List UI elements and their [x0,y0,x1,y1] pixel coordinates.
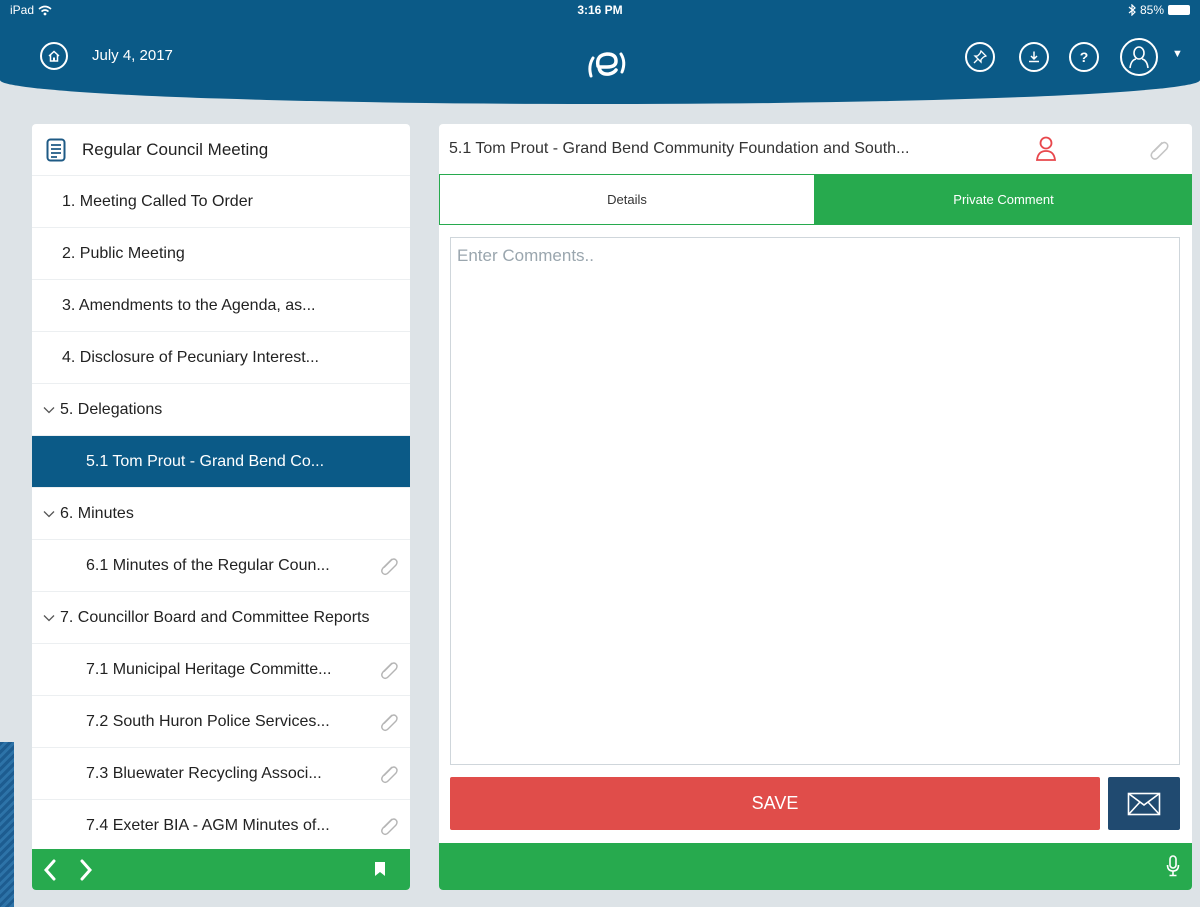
bluetooth-icon [1128,4,1136,16]
agenda-item-label: 5. Delegations [60,400,163,418]
profile-caret-icon[interactable]: ▼ [1172,48,1183,60]
agenda-item-label: 6. Minutes [60,504,134,522]
agenda-item-6-1[interactable]: 6.1 Minutes of the Regular Coun... [32,540,410,592]
agenda-item-label: 1. Meeting Called To Order [62,192,253,210]
agenda-item-label: 3. Amendments to the Agenda, as... [62,296,316,314]
agenda-item-7-4[interactable]: 7.4 Exeter BIA - AGM Minutes of... [32,800,410,849]
agenda-item-5[interactable]: 5. Delegations [32,384,410,436]
paperclip-icon[interactable] [376,658,400,682]
item-title-bar: 5.1 Tom Prout - Grand Bend Community Fou… [439,124,1192,174]
battery-icon [1168,5,1190,15]
agenda-item-label: 7.3 Bluewater Recycling Associ... [86,764,322,782]
chevron-down-icon[interactable] [42,614,56,622]
detail-footer-bar [439,843,1192,890]
battery-percent: 85% [1139,3,1164,17]
agenda-item-label: 7.1 Municipal Heritage Committe... [86,660,332,678]
agenda-header: Regular Council Meeting [32,124,410,176]
pin-icon [973,50,987,64]
previous-item-button[interactable] [32,849,68,890]
agenda-item-label: 7.2 South Huron Police Services... [86,712,330,730]
help-button[interactable]: ? [1069,42,1099,72]
item-title: 5.1 Tom Prout - Grand Bend Community Fou… [449,140,910,157]
download-button[interactable] [1019,42,1049,72]
paperclip-icon[interactable] [376,814,400,838]
presenter-icon[interactable] [1035,136,1057,162]
chevron-down-icon[interactable] [42,510,56,518]
agenda-item-label: 2. Public Meeting [62,244,185,262]
decorative-wedge [0,742,14,907]
agenda-item-7-2[interactable]: 7.2 South Huron Police Services... [32,696,410,748]
app-header: iPad 3:16 PM 85% July 4, 2017 ? ▼ [0,0,1200,104]
profile-button[interactable] [1120,38,1158,76]
agenda-item-7[interactable]: 7. Councillor Board and Committee Report… [32,592,410,644]
agenda-item-7-1[interactable]: 7.1 Municipal Heritage Committe... [32,644,410,696]
agenda-document-icon [46,138,66,161]
paperclip-icon[interactable] [376,710,400,734]
logo [588,52,626,78]
email-button[interactable] [1108,777,1180,830]
paperclip-icon[interactable] [1145,137,1171,163]
tab-private-comment[interactable]: Private Comment [815,174,1192,225]
home-button[interactable] [40,42,68,70]
microphone-icon[interactable] [1166,855,1180,877]
paperclip-icon[interactable] [376,762,400,786]
status-right: 85% [1128,3,1190,17]
detail-tabs: Details Private Comment [439,174,1192,225]
download-icon [1029,51,1039,63]
agenda-list: 1. Meeting Called To Order 2. Public Mee… [32,176,410,849]
meeting-title: Regular Council Meeting [82,139,269,159]
chevron-right-icon [80,859,93,880]
profile-icon [1129,46,1149,69]
bookmark-icon[interactable] [374,861,386,877]
help-icon: ? [1079,49,1089,65]
pin-button[interactable] [965,42,995,72]
agenda-item-2[interactable]: 2. Public Meeting [32,228,410,280]
agenda-item-1[interactable]: 1. Meeting Called To Order [32,176,410,228]
status-bar: iPad 3:16 PM 85% [0,0,1200,20]
agenda-item-3[interactable]: 3. Amendments to the Agenda, as... [32,280,410,332]
item-detail-panel: 5.1 Tom Prout - Grand Bend Community Fou… [439,124,1192,890]
status-time: 3:16 PM [577,3,623,17]
comment-input[interactable] [450,237,1180,765]
chevron-down-icon[interactable] [42,406,56,414]
agenda-item-label: 7. Councillor Board and Committee Report… [60,608,370,626]
next-item-button[interactable] [68,849,104,890]
agenda-item-label: 7.4 Exeter BIA - AGM Minutes of... [86,816,330,834]
save-button[interactable]: SAVE [450,777,1100,830]
chevron-left-icon [43,859,56,880]
agenda-panel: Regular Council Meeting 1. Meeting Calle… [32,124,410,890]
agenda-footer-bar [32,849,410,890]
agenda-item-label: 6.1 Minutes of the Regular Coun... [86,556,330,574]
agenda-item-6[interactable]: 6. Minutes [32,488,410,540]
tab-details[interactable]: Details [439,174,815,225]
agenda-item-4[interactable]: 4. Disclosure of Pecuniary Interest... [32,332,410,384]
paperclip-icon[interactable] [376,554,400,578]
meeting-date: July 4, 2017 [92,47,173,64]
agenda-item-label: 4. Disclosure of Pecuniary Interest... [62,348,319,366]
agenda-item-5-1[interactable]: 5.1 Tom Prout - Grand Bend Co... [32,436,410,488]
home-icon [48,50,60,62]
agenda-item-7-3[interactable]: 7.3 Bluewater Recycling Associ... [32,748,410,800]
agenda-item-label: 5.1 Tom Prout - Grand Bend Co... [86,452,325,470]
envelope-icon [1127,792,1161,815]
